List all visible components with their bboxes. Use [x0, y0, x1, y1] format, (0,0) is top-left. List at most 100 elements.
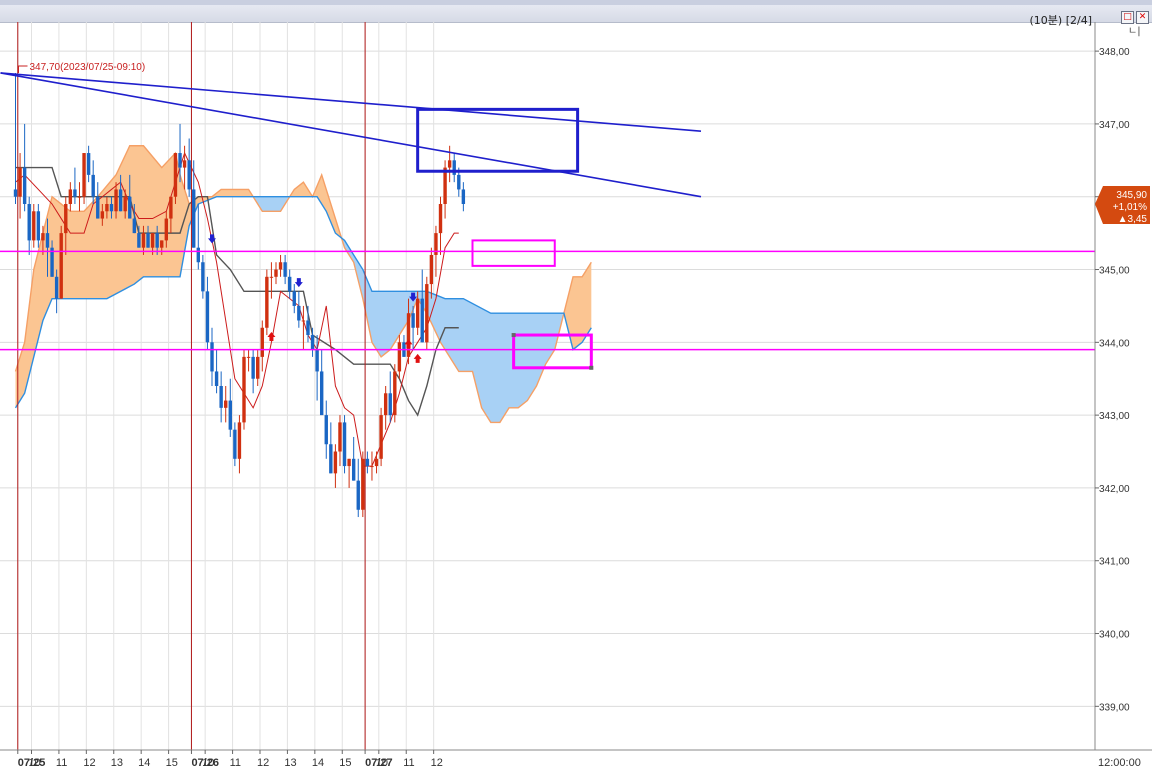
- candle-body: [77, 196, 82, 198]
- candle-body: [123, 196, 127, 212]
- candle-body: [301, 320, 306, 322]
- trendline: [0, 72, 702, 198]
- candle-body: [132, 218, 137, 234]
- candle-body: [91, 174, 95, 197]
- candle-body: [397, 342, 402, 372]
- candle-body: [242, 356, 246, 423]
- time-tick-label: 12: [257, 757, 269, 769]
- candle-body: [187, 160, 191, 190]
- price-tick-label: 345,00: [1099, 266, 1130, 277]
- candle-body: [288, 276, 292, 292]
- candle-body: [329, 444, 333, 474]
- candle-body: [45, 233, 50, 248]
- candle-body: [351, 458, 356, 481]
- candle-body: [425, 284, 429, 343]
- candle-body: [137, 233, 141, 248]
- candle-body: [269, 276, 274, 278]
- time-tick-label: 12: [83, 757, 95, 769]
- candle-body: [18, 167, 22, 197]
- candle-body: [155, 233, 159, 248]
- candle-body: [457, 174, 461, 190]
- candle-body: [438, 204, 443, 234]
- candle-body: [370, 466, 374, 468]
- candle-body: [219, 386, 223, 408]
- last-price-tag-text: 345,90: [1116, 190, 1147, 201]
- cloud-bearish: [254, 196, 289, 212]
- candle-body: [237, 422, 242, 459]
- candle-body: [233, 429, 237, 459]
- grid-lines: [0, 22, 1095, 750]
- last-price-tag-text: ▲3,45: [1118, 214, 1148, 225]
- candle-body: [393, 371, 397, 416]
- candle-body: [54, 276, 59, 299]
- price-tick-label: 348,00: [1099, 47, 1130, 58]
- candle-body: [461, 189, 466, 204]
- candle-body: [96, 196, 100, 219]
- candle-body: [333, 451, 338, 474]
- price-tick-label: 340,00: [1099, 630, 1130, 641]
- candle-body: [356, 480, 360, 510]
- candle-body: [13, 189, 18, 197]
- candle-body: [278, 262, 283, 270]
- candle-body: [283, 262, 287, 277]
- time-tick-label: 10: [28, 757, 40, 769]
- candle-body: [374, 458, 379, 467]
- candle-body: [365, 458, 370, 467]
- candle-body: [274, 269, 278, 277]
- candle-body: [447, 160, 452, 168]
- high-marker: [18, 65, 28, 73]
- price-tick-label: 341,00: [1099, 557, 1130, 568]
- time-tick-label: 10: [376, 757, 388, 769]
- candle-body: [128, 196, 132, 219]
- candle-body: [32, 211, 36, 241]
- candle-body: [347, 458, 351, 467]
- trendline: [0, 72, 702, 132]
- box-handle: [511, 333, 516, 338]
- time-tick-label: 15: [339, 757, 351, 769]
- sell-signal-arrow: [294, 278, 303, 288]
- candle-body: [201, 262, 205, 292]
- time-tick-label: 11: [230, 757, 241, 769]
- candle-body: [429, 254, 434, 285]
- time-tick-label: 13: [284, 757, 296, 769]
- candle-body: [379, 415, 383, 459]
- buy-signal-arrow: [413, 353, 422, 363]
- candle-body: [315, 349, 319, 372]
- candle-body: [169, 196, 173, 219]
- candle-body: [443, 167, 447, 204]
- candle-body: [36, 211, 41, 241]
- candle-body: [73, 189, 77, 197]
- candle-body: [420, 298, 424, 343]
- candle-body: [173, 153, 178, 197]
- rectangle-box: [471, 239, 556, 267]
- candle-body: [224, 400, 228, 408]
- candle-body: [82, 153, 86, 197]
- candlestick-chart[interactable]: 347,70(2023/07/25-09:10) 348,00347,00346…: [0, 0, 1152, 771]
- candle-body: [306, 320, 310, 336]
- price-tick-label: 339,00: [1099, 702, 1130, 713]
- time-tick-label: 10: [202, 757, 214, 769]
- candle-body: [146, 233, 150, 248]
- session-separators: [17, 22, 366, 750]
- candle-body: [214, 371, 219, 386]
- price-tick-label: 343,00: [1099, 411, 1130, 422]
- candle-body: [228, 400, 232, 430]
- candle-body: [338, 422, 342, 452]
- candle-body: [256, 356, 260, 379]
- time-tick-label: 13: [111, 757, 123, 769]
- candle-body: [324, 415, 328, 445]
- time-tick-label: 14: [312, 757, 324, 769]
- box-handle: [589, 365, 594, 370]
- candle-body: [265, 276, 269, 328]
- ichimoku-cloud: [15, 145, 592, 423]
- candle-body: [205, 291, 210, 343]
- candle-body: [164, 218, 169, 241]
- candle-body: [27, 204, 31, 241]
- candle-body: [41, 233, 45, 241]
- candle-body: [59, 233, 63, 299]
- candle-body: [100, 211, 105, 219]
- candle-body: [292, 291, 296, 306]
- time-tick-label: 11: [403, 757, 414, 769]
- candle-body: [182, 160, 187, 168]
- price-tick-label: 347,00: [1099, 120, 1130, 131]
